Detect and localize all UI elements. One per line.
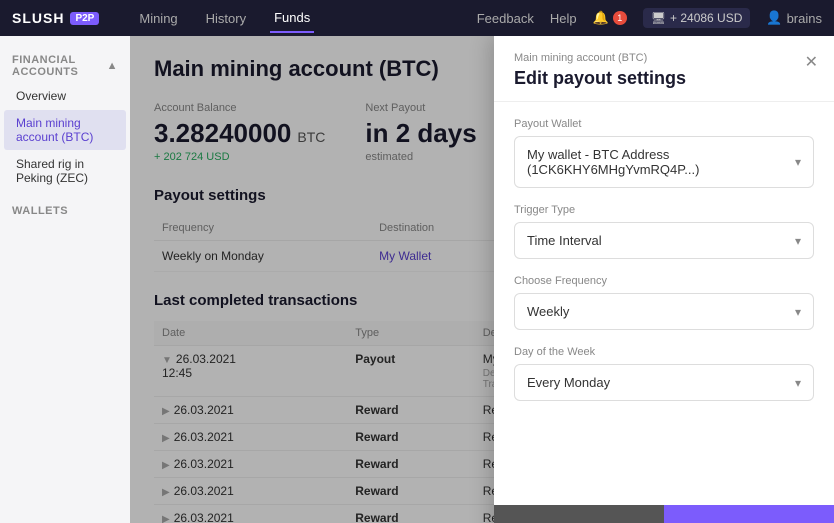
app: SLUSH P2P Mining History Funds Feedback … [0, 0, 834, 523]
modal-header: Main mining account (BTC) Edit payout se… [494, 36, 834, 102]
chevron-down-icon-2: ▾ [795, 234, 801, 248]
modal-close-button[interactable]: ✕ [805, 52, 818, 72]
frequency-label: Choose Frequency [514, 275, 814, 287]
cancel-button[interactable]: Cancel [494, 505, 664, 523]
content: Main mining account (BTC) ... Account Ba… [130, 36, 834, 523]
logo: SLUSH P2P [12, 10, 99, 26]
modal-overlay: Main mining account (BTC) Edit payout se… [130, 36, 834, 523]
financial-accounts-title: Financial accounts ▲ [0, 48, 130, 82]
collapse-icon[interactable]: ▲ [107, 60, 118, 72]
wallets-section: Wallets [0, 199, 130, 221]
day-select[interactable]: Every Monday ▾ [514, 364, 814, 401]
modal-title: Edit payout settings [514, 68, 814, 89]
frequency-select[interactable]: Weekly ▾ [514, 293, 814, 330]
help-link[interactable]: Help [550, 11, 577, 26]
notifications[interactable]: 🔔 1 [593, 10, 627, 26]
wallet-icon: 🖥 [651, 11, 666, 25]
feedback-link[interactable]: Feedback [477, 11, 534, 26]
wallets-title: Wallets [0, 199, 130, 221]
chevron-down-icon-3: ▾ [795, 305, 801, 319]
sidebar: Financial accounts ▲ Overview Main minin… [0, 36, 130, 523]
payout-wallet-label: Payout Wallet [514, 118, 814, 130]
modal-body: Payout Wallet My wallet - BTC Address (1… [494, 102, 834, 505]
financial-accounts-section: Financial accounts ▲ Overview Main minin… [0, 48, 130, 191]
nav-history[interactable]: History [202, 5, 250, 32]
bell-icon: 🔔 [593, 10, 609, 26]
day-label: Day of the Week [514, 346, 814, 358]
user-menu[interactable]: 👤 brains [766, 10, 822, 26]
nav-right: Feedback Help 🔔 1 🖥 + 24086 USD 👤 brains [477, 8, 822, 28]
confirm-button[interactable]: Confirm Changes [664, 505, 834, 523]
main-body: Financial accounts ▲ Overview Main minin… [0, 36, 834, 523]
modal-subtitle: Main mining account (BTC) [514, 52, 814, 64]
wallet-amount[interactable]: 🖥 + 24086 USD [643, 8, 751, 28]
sidebar-item-shared-rig[interactable]: Shared rig in Peking (ZEC) [4, 151, 126, 191]
trigger-type-select[interactable]: Time Interval ▾ [514, 222, 814, 259]
notif-badge: 1 [613, 11, 627, 25]
sidebar-item-main-account[interactable]: Main mining account (BTC) [4, 110, 126, 150]
nav-funds[interactable]: Funds [270, 4, 314, 33]
chevron-down-icon-4: ▾ [795, 376, 801, 390]
nav-mining[interactable]: Mining [135, 5, 181, 32]
edit-payout-modal: Main mining account (BTC) Edit payout se… [494, 36, 834, 523]
trigger-type-label: Trigger Type [514, 204, 814, 216]
chevron-down-icon: ▾ [795, 155, 801, 169]
payout-wallet-select[interactable]: My wallet - BTC Address (1CK6KHY6MHgYvmR… [514, 136, 814, 188]
topnav: SLUSH P2P Mining History Funds Feedback … [0, 0, 834, 36]
user-icon: 👤 [766, 10, 782, 26]
logo-text: SLUSH [12, 10, 64, 26]
modal-footer: Cancel Confirm Changes [494, 505, 834, 523]
sidebar-item-overview[interactable]: Overview [4, 83, 126, 109]
logo-badge: P2P [70, 12, 99, 25]
